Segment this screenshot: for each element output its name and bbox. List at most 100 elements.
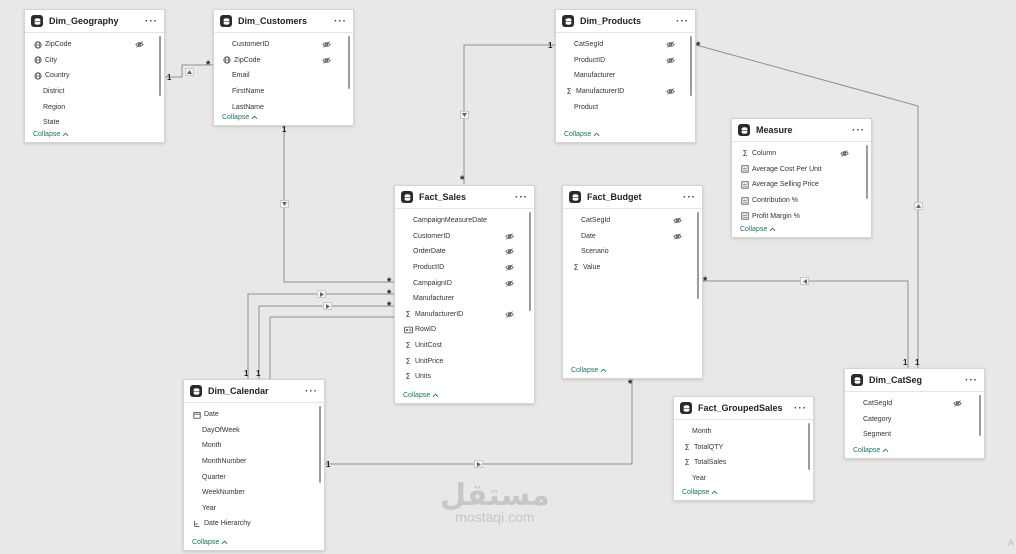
field-row[interactable]: Date <box>563 229 702 245</box>
scrollbar[interactable] <box>866 145 868 199</box>
table-card-dim-calendar[interactable]: Dim_Calendar ··· Date DayOfWeek Month MonthNu… <box>183 379 325 551</box>
field-row[interactable]: Contribution % <box>732 193 871 209</box>
table-header[interactable]: Dim_Customers ··· <box>214 10 353 33</box>
more-options-icon[interactable]: ··· <box>676 16 689 27</box>
more-options-icon[interactable]: ··· <box>515 192 528 203</box>
hidden-eye-icon[interactable] <box>673 233 682 240</box>
cross-filter-arrow-calendar-budget[interactable] <box>474 460 483 468</box>
cross-filter-arrow-budget[interactable] <box>800 277 809 285</box>
table-card-fact-budget[interactable]: Fact_Budget ··· CatSegId Date Scenario Σ Value… <box>562 185 703 379</box>
field-row[interactable]: Product <box>556 99 695 115</box>
scrollbar[interactable] <box>808 423 810 471</box>
field-row[interactable]: WeekNumber <box>184 485 324 501</box>
table-card-fact-sales[interactable]: Fact_Sales ··· CampaignMeasureDate Customer… <box>394 185 535 404</box>
hidden-eye-icon[interactable] <box>505 279 514 287</box>
scrollbar[interactable] <box>348 36 350 89</box>
field-row[interactable]: Year <box>184 501 324 517</box>
scrollbar[interactable] <box>529 212 531 311</box>
cross-filter-arrow-calendar-1[interactable] <box>317 290 326 298</box>
field-row[interactable]: ZipCode <box>214 53 353 69</box>
field-row[interactable]: Σ ManufacturerID <box>395 307 534 323</box>
field-row[interactable]: District <box>25 84 164 100</box>
field-row[interactable]: RowID <box>395 322 534 338</box>
field-row[interactable]: Manufacturer <box>556 68 695 84</box>
table-header[interactable]: Fact_Budget ··· <box>563 186 702 209</box>
field-row[interactable]: Σ ManufacturerID <box>556 84 695 100</box>
collapse-button[interactable]: Collapse <box>222 114 258 121</box>
table-card-dim-catseg[interactable]: Dim_CatSeg ··· CatSegId Category Segment Coll… <box>844 368 985 459</box>
field-row[interactable]: Date Hierarchy <box>184 516 324 532</box>
field-row[interactable]: Email <box>214 68 353 84</box>
field-row[interactable]: LastName <box>214 99 353 115</box>
field-row[interactable]: CatSegId <box>556 37 695 53</box>
field-row[interactable]: CatSegId <box>845 396 984 412</box>
hidden-eye-icon[interactable] <box>505 248 514 256</box>
table-header[interactable]: Dim_Products ··· <box>556 10 695 33</box>
more-options-icon[interactable]: ··· <box>965 375 978 386</box>
hidden-eye-icon[interactable] <box>322 57 331 64</box>
field-row[interactable]: Date <box>184 407 324 423</box>
field-row[interactable]: Segment <box>845 427 984 443</box>
collapse-button[interactable]: Collapse <box>740 226 776 233</box>
field-row[interactable]: Region <box>25 99 164 115</box>
field-row[interactable]: CampaignID <box>395 275 534 291</box>
collapse-button[interactable]: Collapse <box>564 131 600 138</box>
field-row[interactable]: Month <box>674 424 813 440</box>
field-row[interactable]: Average Cost Per Unit <box>732 162 871 178</box>
table-card-dim-products[interactable]: Dim_Products ··· CatSegId ProductID Manufact… <box>555 9 696 143</box>
more-options-icon[interactable]: ··· <box>794 403 807 414</box>
cross-filter-arrow-geo[interactable] <box>185 68 194 76</box>
field-row[interactable]: Σ Value <box>563 260 702 276</box>
table-header[interactable]: Dim_Geography ··· <box>25 10 164 33</box>
table-header[interactable]: Measure ··· <box>732 119 871 142</box>
more-options-icon[interactable]: ··· <box>305 386 318 397</box>
collapse-button[interactable]: Collapse <box>853 447 889 454</box>
hidden-eye-icon[interactable] <box>322 41 331 49</box>
field-row[interactable]: DayOfWeek <box>184 423 324 439</box>
scrollbar[interactable] <box>319 406 321 484</box>
field-row[interactable]: City <box>25 53 164 69</box>
hidden-eye-icon[interactable] <box>953 400 962 408</box>
hidden-eye-icon[interactable] <box>840 150 849 158</box>
cross-filter-arrow-customers[interactable] <box>280 200 289 208</box>
field-row[interactable]: Scenario <box>563 244 702 260</box>
field-row[interactable]: State <box>25 115 164 131</box>
field-row[interactable]: Σ UnitPrice <box>395 353 534 369</box>
hidden-eye-icon[interactable] <box>666 88 675 95</box>
scrollbar[interactable] <box>979 395 981 436</box>
table-card-fact-groupedsales[interactable]: Fact_GroupedSales ··· Month Σ TotalQTY Σ Total… <box>673 396 814 501</box>
field-row[interactable]: OrderDate <box>395 244 534 260</box>
hidden-eye-icon[interactable] <box>505 233 514 240</box>
field-row[interactable]: Average Selling Price <box>732 177 871 193</box>
field-row[interactable]: Category <box>845 412 984 428</box>
collapse-button[interactable]: Collapse <box>33 131 69 138</box>
field-row[interactable]: Quarter <box>184 469 324 485</box>
hidden-eye-icon[interactable] <box>135 41 144 49</box>
more-options-icon[interactable]: ··· <box>334 16 347 27</box>
collapse-button[interactable]: Collapse <box>403 392 439 399</box>
more-options-icon[interactable]: ··· <box>683 192 696 203</box>
field-row[interactable]: CatSegId <box>563 213 702 229</box>
hidden-eye-icon[interactable] <box>673 217 682 225</box>
cross-filter-arrow-calendar-2[interactable] <box>323 302 332 310</box>
field-row[interactable]: Σ TotalSales <box>674 455 813 471</box>
cross-filter-arrow-catseg[interactable] <box>914 202 923 210</box>
field-row[interactable]: CustomerID <box>395 229 534 245</box>
field-row[interactable]: Σ TotalQTY <box>674 440 813 456</box>
field-row[interactable]: ProductID <box>395 260 534 276</box>
more-options-icon[interactable]: ··· <box>145 16 158 27</box>
table-header[interactable]: Dim_Calendar ··· <box>184 380 324 403</box>
table-card-dim-customers[interactable]: Dim_Customers ··· CustomerID ZipCode Email Fi… <box>213 9 354 126</box>
table-card-dim-geography[interactable]: Dim_Geography ··· ZipCode City Country Distri… <box>24 9 165 143</box>
field-row[interactable]: Σ UnitCost <box>395 338 534 354</box>
hidden-eye-icon[interactable] <box>505 311 514 318</box>
hidden-eye-icon[interactable] <box>666 41 675 49</box>
scrollbar[interactable] <box>697 212 699 300</box>
field-row[interactable]: ProductID <box>556 53 695 69</box>
more-options-icon[interactable]: ··· <box>852 125 865 136</box>
field-row[interactable]: CampaignMeasureDate <box>395 213 534 229</box>
collapse-button[interactable]: Collapse <box>571 367 607 374</box>
field-row[interactable]: Year <box>674 471 813 487</box>
hidden-eye-icon[interactable] <box>505 264 514 271</box>
field-row[interactable]: Σ Units <box>395 369 534 385</box>
